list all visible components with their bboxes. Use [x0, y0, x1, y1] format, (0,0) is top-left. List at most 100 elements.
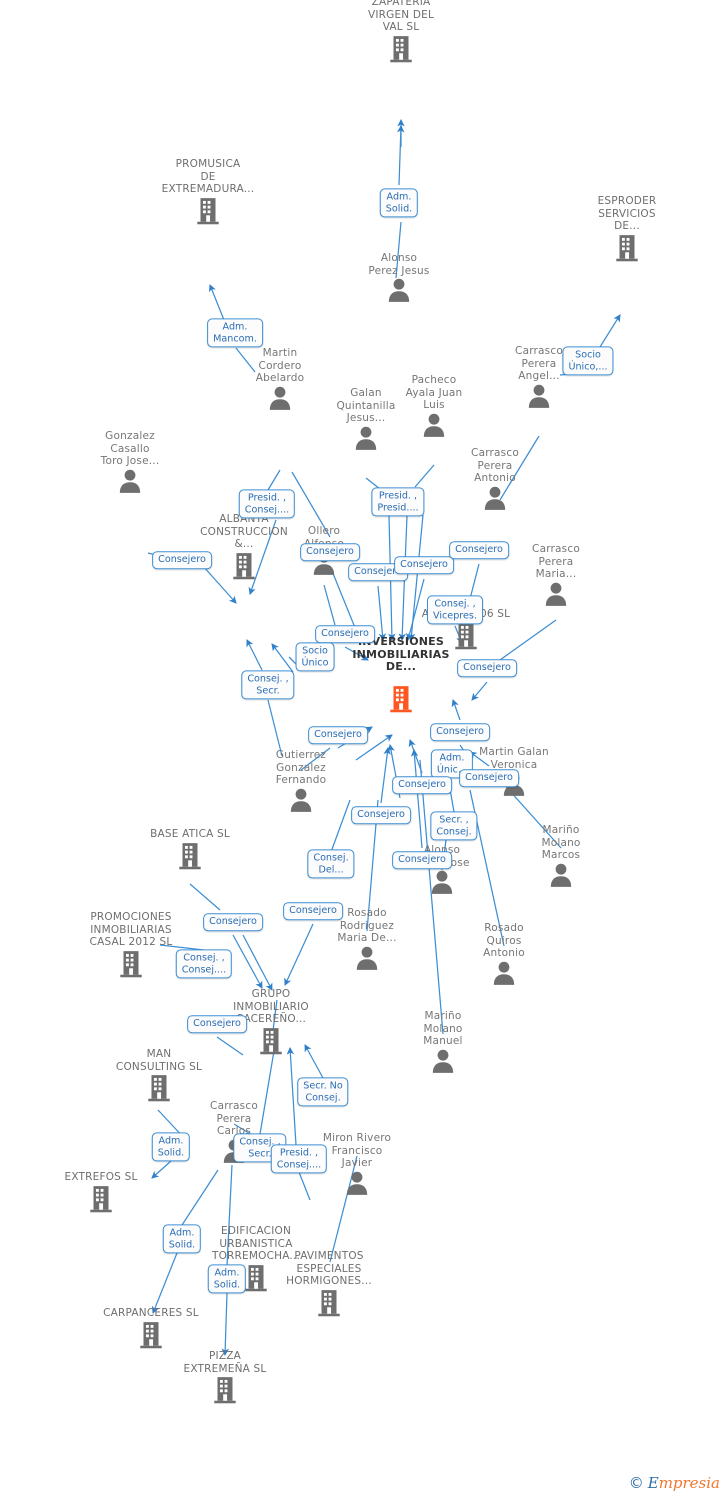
node-label: CARPANCERES SL	[103, 1307, 199, 1319]
person-icon	[423, 413, 445, 437]
person-node-gutierrez[interactable]: Gutierrez Gonzalez Fernando	[241, 749, 361, 813]
node-label: PAVIMENTOS ESPECIALES HORMIGONES...	[286, 1250, 372, 1287]
relationship-graph-canvas[interactable]: ZAPATERIA VIRGEN DEL VAL SL PROMUSICA DE …	[0, 0, 728, 1500]
relationship-badge-b9[interactable]: Consejero	[394, 556, 454, 574]
company-node-inversiones[interactable]: INVERSIONES INMOBILIARIAS DE...	[341, 635, 461, 714]
person-node-gonzalez_casallo[interactable]: Gonzalez Casallo Toro Jose...	[70, 430, 190, 494]
relationship-badge-b6[interactable]: Consejero	[152, 551, 212, 569]
person-node-rosado_antonio[interactable]: Rosado Quiros Antonio	[444, 922, 564, 986]
relationship-badge-b25[interactable]: Consejero	[203, 913, 263, 931]
relationship-badge-b28[interactable]: Consejero	[187, 1015, 247, 1033]
watermark: © Empresia	[629, 1474, 720, 1492]
relationship-badge-b29[interactable]: Secr. No Consej.	[297, 1077, 349, 1107]
relationship-badge-b14[interactable]: Consej. , Secr.	[241, 670, 295, 700]
person-icon	[269, 386, 291, 410]
relationship-badge-b15[interactable]: Consejero	[457, 659, 517, 677]
edge-line	[419, 759, 444, 1035]
relationship-badge-b16[interactable]: Consejero	[430, 723, 490, 741]
edge-line	[246, 639, 263, 671]
edge-line	[267, 469, 281, 491]
node-label: PROMUSICA DE EXTREMADURA...	[161, 158, 255, 195]
building-icon	[90, 1185, 112, 1212]
node-label: Alonso Perez Jesus	[368, 252, 430, 277]
node-label: PROMOCIONES INMOBILIARIAS CASAL 2012 SL	[89, 911, 173, 948]
brand-name: Empresia	[648, 1474, 720, 1492]
node-label: PIZZA EXTREMEÑA SL	[183, 1350, 267, 1375]
node-label: Martin Cordero Abelardo	[255, 347, 305, 384]
relationship-badge-b7[interactable]: Consejero	[300, 543, 360, 561]
building-icon	[616, 234, 638, 261]
edge-line	[189, 883, 221, 911]
relationship-badge-b27[interactable]: Consej. , Consej....	[175, 949, 233, 979]
edge-line	[181, 1169, 219, 1226]
person-node-carrasco_antonio[interactable]: Carrasco Perera Antonio	[435, 447, 555, 511]
edge-line	[208, 284, 225, 321]
relationship-badge-b34[interactable]: Adm. Solid.	[207, 1264, 247, 1294]
node-label: Pacheco Ayala Juan Luis	[405, 374, 463, 411]
brand-rest: mpresia	[658, 1474, 720, 1492]
relationship-badge-b24[interactable]: Consejero	[392, 851, 452, 869]
person-icon	[388, 278, 410, 302]
building-icon	[148, 1075, 170, 1102]
relationship-badge-b21[interactable]: Consejero	[351, 806, 411, 824]
company-node-pavimentos[interactable]: PAVIMENTOS ESPECIALES HORMIGONES...	[269, 1250, 389, 1318]
edge-line	[221, 1292, 229, 1356]
company-node-promociones[interactable]: PROMOCIONES INMOBILIARIAS CASAL 2012 SL	[71, 911, 191, 979]
relationship-badge-b22[interactable]: Secr. , Consej.	[430, 811, 478, 841]
relationship-badge-b13[interactable]: Socio Único	[295, 642, 335, 672]
relationship-badge-b26[interactable]: Consejero	[283, 902, 343, 920]
relationship-badge-b33[interactable]: Adm. Solid.	[162, 1224, 202, 1254]
relationship-badge-b3[interactable]: Socio Único,...	[562, 346, 614, 376]
node-label: Carrasco Perera Antonio	[471, 447, 519, 484]
building-icon	[197, 197, 219, 224]
person-node-marino_manuel[interactable]: Mariño Molano Manuel	[383, 1010, 503, 1074]
node-label: Carrasco Perera Carlos	[210, 1100, 258, 1137]
relationship-badge-b2[interactable]: Adm. Mancom.	[207, 318, 263, 348]
relationship-badge-b19[interactable]: Consejero	[459, 769, 519, 787]
person-node-carrasco_maria[interactable]: Carrasco Perera Maria...	[496, 543, 616, 607]
company-node-zapateria[interactable]: ZAPATERIA VIRGEN DEL VAL SL	[341, 0, 461, 64]
company-node-pizza[interactable]: PIZZA EXTREMEÑA SL	[165, 1350, 285, 1405]
brand-lead: E	[647, 1474, 659, 1492]
company-node-esproder[interactable]: ESPRODER SERVICIOS DE...	[567, 195, 687, 263]
person-node-marino_marcos[interactable]: Mariño Molano Marcos	[501, 824, 621, 888]
company-node-baseatica[interactable]: BASE ATICA SL	[130, 828, 250, 871]
copyright-icon: ©	[628, 1474, 644, 1492]
person-node-alonso_jesus[interactable]: Alonso Perez Jesus	[339, 252, 459, 303]
relationship-badge-b20[interactable]: Consejero	[392, 776, 452, 794]
company-node-promusica[interactable]: PROMUSICA DE EXTREMADURA...	[148, 158, 268, 226]
building-icon	[390, 685, 412, 712]
company-node-carpanceres[interactable]: CARPANCERES SL	[91, 1307, 211, 1350]
person-node-pacheco[interactable]: Pacheco Ayala Juan Luis	[374, 374, 494, 438]
relationship-badge-b10[interactable]: Consejero	[449, 541, 509, 559]
person-icon	[493, 961, 515, 985]
relationship-badge-b17[interactable]: Consejero	[308, 726, 368, 744]
relationship-badge-b1[interactable]: Adm. Solid.	[379, 188, 419, 218]
building-icon	[318, 1289, 340, 1316]
relationship-badge-b23[interactable]: Consej. Del...	[307, 849, 355, 879]
edge-line	[397, 125, 405, 186]
node-label: Carrasco Perera Maria...	[532, 543, 580, 580]
node-label: Mariño Molano Manuel	[423, 1010, 463, 1047]
relationship-badge-b12[interactable]: Consejero	[315, 625, 375, 643]
edge-line	[323, 584, 336, 626]
relationship-badge-b4[interactable]: Presid. , Consej....	[238, 489, 296, 519]
node-label: Rosado Quiros Antonio	[483, 922, 525, 959]
node-label: BASE ATICA SL	[150, 828, 230, 840]
person-icon	[431, 870, 453, 894]
person-icon	[346, 1171, 368, 1195]
company-node-extrefos[interactable]: EXTREFOS SL	[41, 1171, 161, 1214]
edge-line	[151, 1252, 178, 1314]
building-icon	[245, 1264, 267, 1291]
building-icon	[260, 1027, 282, 1054]
company-node-manconsult[interactable]: MAN CONSULTING SL	[99, 1048, 219, 1103]
relationship-badge-b30[interactable]: Adm. Solid.	[151, 1132, 191, 1162]
building-icon	[140, 1321, 162, 1348]
relationship-badge-b32[interactable]: Presid. , Consej....	[270, 1144, 328, 1174]
node-label: ESPRODER SERVICIOS DE...	[597, 195, 657, 232]
building-icon	[233, 552, 255, 579]
person-icon	[528, 384, 550, 408]
relationship-badge-b5[interactable]: Presid. , Presid....	[371, 487, 425, 517]
relationship-badge-b11[interactable]: Consej. , Vicepres.	[427, 595, 483, 625]
edge-line	[471, 681, 488, 701]
